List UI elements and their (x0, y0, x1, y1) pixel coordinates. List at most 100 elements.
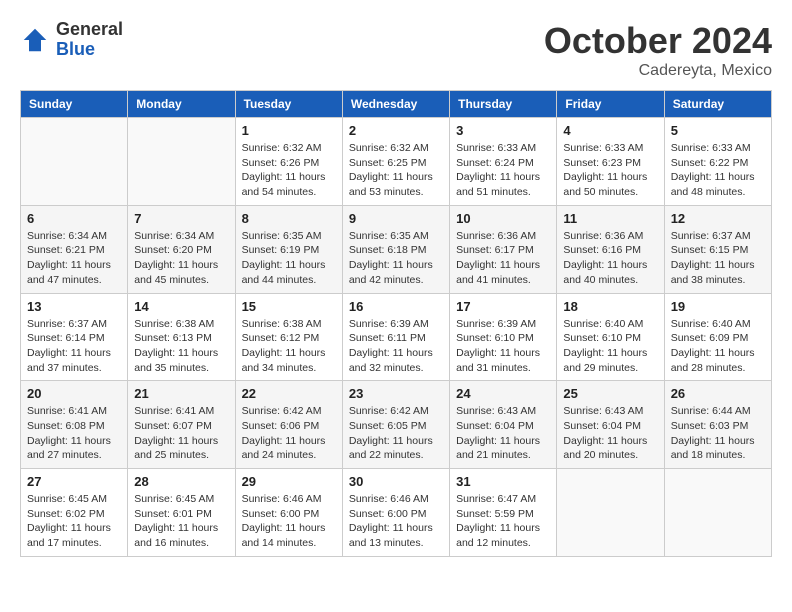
table-row: 16Sunrise: 6:39 AMSunset: 6:11 PMDayligh… (342, 293, 449, 381)
table-row: 9Sunrise: 6:35 AMSunset: 6:18 PMDaylight… (342, 205, 449, 293)
table-row: 13 Sunrise: 6:37 AMSunset: 6:14 PMDayligh… (21, 293, 128, 381)
day-number: 12 (671, 211, 765, 226)
day-number: 2 (349, 123, 443, 138)
day-number: 7 (134, 211, 228, 226)
day-info: Sunrise: 6:45 AMSunset: 6:01 PMDaylight:… (134, 492, 228, 551)
day-info: Sunrise: 6:38 AMSunset: 6:13 PMDaylight:… (134, 317, 228, 376)
month-title: October 2024 (544, 20, 772, 62)
day-info: Sunrise: 6:33 AMSunset: 6:24 PMDaylight:… (456, 141, 550, 200)
day-info: Sunrise: 6:36 AMSunset: 6:17 PMDaylight:… (456, 229, 550, 288)
table-row: 10 Sunrise: 6:36 AMSunset: 6:17 PMDayligh… (450, 205, 557, 293)
day-number: 10 (456, 211, 550, 226)
table-row: 1Sunrise: 6:32 AMSunset: 6:26 PMDaylight… (235, 118, 342, 206)
day-number: 8 (242, 211, 336, 226)
calendar-table: Sunday Monday Tuesday Wednesday Thursday… (20, 90, 772, 557)
day-number: 1 (242, 123, 336, 138)
header-tuesday: Tuesday (235, 91, 342, 118)
day-number: 3 (456, 123, 550, 138)
table-row: 5 Sunrise: 6:33 AMSunset: 6:22 PMDaylight… (664, 118, 771, 206)
table-row: 31 Sunrise: 6:47 AMSunset: 5:59 PMDayligh… (450, 469, 557, 557)
table-row: 7 Sunrise: 6:34 AMSunset: 6:20 PMDaylight… (128, 205, 235, 293)
day-info: Sunrise: 6:34 AMSunset: 6:21 PMDaylight:… (27, 229, 121, 288)
table-row: 18 Sunrise: 6:40 AMSunset: 6:10 PMDayligh… (557, 293, 664, 381)
day-info: Sunrise: 6:37 AMSunset: 6:15 PMDaylight:… (671, 229, 765, 288)
table-row: 6 Sunrise: 6:34 AMSunset: 6:21 PMDaylight… (21, 205, 128, 293)
table-row: 19 Sunrise: 6:40 AMSunset: 6:09 PMDayligh… (664, 293, 771, 381)
day-info: Sunrise: 6:38 AMSunset: 6:12 PMDaylight:… (242, 317, 336, 376)
day-info: Sunrise: 6:40 AMSunset: 6:09 PMDaylight:… (671, 317, 765, 376)
page-header: General Blue October 2024 Cadereyta, Mex… (20, 20, 772, 80)
day-number: 25 (563, 386, 657, 401)
day-number: 5 (671, 123, 765, 138)
day-number: 11 (563, 211, 657, 226)
day-info: Sunrise: 6:32 AMSunset: 6:25 PMDaylight:… (349, 141, 443, 200)
table-row: 4 Sunrise: 6:33 AMSunset: 6:23 PMDaylight… (557, 118, 664, 206)
day-info: Sunrise: 6:42 AMSunset: 6:05 PMDaylight:… (349, 404, 443, 463)
header-thursday: Thursday (450, 91, 557, 118)
day-number: 31 (456, 474, 550, 489)
table-row: 11 Sunrise: 6:36 AMSunset: 6:16 PMDayligh… (557, 205, 664, 293)
table-row: 21 Sunrise: 6:41 AMSunset: 6:07 PMDayligh… (128, 381, 235, 469)
header-saturday: Saturday (664, 91, 771, 118)
day-info: Sunrise: 6:34 AMSunset: 6:20 PMDaylight:… (134, 229, 228, 288)
day-number: 4 (563, 123, 657, 138)
table-row: 23 Sunrise: 6:42 AMSunset: 6:05 PMDayligh… (342, 381, 449, 469)
logo-general: General (56, 20, 123, 40)
day-number: 6 (27, 211, 121, 226)
day-number: 15 (242, 299, 336, 314)
day-info: Sunrise: 6:42 AMSunset: 6:06 PMDaylight:… (242, 404, 336, 463)
day-info: Sunrise: 6:46 AMSunset: 6:00 PMDaylight:… (242, 492, 336, 551)
day-info: Sunrise: 6:33 AMSunset: 6:22 PMDaylight:… (671, 141, 765, 200)
calendar-week-row: 13 Sunrise: 6:37 AMSunset: 6:14 PMDayligh… (21, 293, 772, 381)
table-row: 27 Sunrise: 6:45 AMSunset: 6:02 PMDayligh… (21, 469, 128, 557)
day-number: 26 (671, 386, 765, 401)
calendar-week-row: 1Sunrise: 6:32 AMSunset: 6:26 PMDaylight… (21, 118, 772, 206)
table-row: 2 Sunrise: 6:32 AMSunset: 6:25 PMDaylight… (342, 118, 449, 206)
day-info: Sunrise: 6:39 AMSunset: 6:10 PMDaylight:… (456, 317, 550, 376)
table-row: 3 Sunrise: 6:33 AMSunset: 6:24 PMDaylight… (450, 118, 557, 206)
table-row: 17 Sunrise: 6:39 AMSunset: 6:10 PMDayligh… (450, 293, 557, 381)
day-info: Sunrise: 6:43 AMSunset: 6:04 PMDaylight:… (563, 404, 657, 463)
logo-blue: Blue (56, 40, 123, 60)
day-number: 13 (27, 299, 121, 314)
day-info: Sunrise: 6:47 AMSunset: 5:59 PMDaylight:… (456, 492, 550, 551)
day-number: 18 (563, 299, 657, 314)
calendar-week-row: 6 Sunrise: 6:34 AMSunset: 6:21 PMDaylight… (21, 205, 772, 293)
day-number: 17 (456, 299, 550, 314)
table-row: 24 Sunrise: 6:43 AMSunset: 6:04 PMDayligh… (450, 381, 557, 469)
day-info: Sunrise: 6:39 AMSunset: 6:11 PMDaylight:… (349, 317, 443, 376)
day-number: 19 (671, 299, 765, 314)
day-number: 20 (27, 386, 121, 401)
day-info: Sunrise: 6:35 AMSunset: 6:18 PMDaylight:… (349, 229, 443, 288)
day-info: Sunrise: 6:41 AMSunset: 6:08 PMDaylight:… (27, 404, 121, 463)
table-row: 26 Sunrise: 6:44 AMSunset: 6:03 PMDayligh… (664, 381, 771, 469)
calendar-header-row: Sunday Monday Tuesday Wednesday Thursday… (21, 91, 772, 118)
day-info: Sunrise: 6:36 AMSunset: 6:16 PMDaylight:… (563, 229, 657, 288)
logo: General Blue (20, 20, 123, 60)
table-row (664, 469, 771, 557)
day-info: Sunrise: 6:43 AMSunset: 6:04 PMDaylight:… (456, 404, 550, 463)
table-row: 8 Sunrise: 6:35 AMSunset: 6:19 PMDaylight… (235, 205, 342, 293)
day-number: 30 (349, 474, 443, 489)
day-number: 21 (134, 386, 228, 401)
logo-text: General Blue (56, 20, 123, 60)
day-number: 23 (349, 386, 443, 401)
title-block: October 2024 Cadereyta, Mexico (544, 20, 772, 80)
day-number: 22 (242, 386, 336, 401)
day-number: 24 (456, 386, 550, 401)
calendar-week-row: 20 Sunrise: 6:41 AMSunset: 6:08 PMDayligh… (21, 381, 772, 469)
day-info: Sunrise: 6:40 AMSunset: 6:10 PMDaylight:… (563, 317, 657, 376)
day-info: Sunrise: 6:37 AMSunset: 6:14 PMDaylight:… (27, 317, 121, 376)
day-info: Sunrise: 6:41 AMSunset: 6:07 PMDaylight:… (134, 404, 228, 463)
day-number: 28 (134, 474, 228, 489)
table-row: 14 Sunrise: 6:38 AMSunset: 6:13 PMDayligh… (128, 293, 235, 381)
day-number: 27 (27, 474, 121, 489)
table-row: 28 Sunrise: 6:45 AMSunset: 6:01 PMDayligh… (128, 469, 235, 557)
day-info: Sunrise: 6:35 AMSunset: 6:19 PMDaylight:… (242, 229, 336, 288)
day-number: 14 (134, 299, 228, 314)
day-info: Sunrise: 6:44 AMSunset: 6:03 PMDaylight:… (671, 404, 765, 463)
day-info: Sunrise: 6:45 AMSunset: 6:02 PMDaylight:… (27, 492, 121, 551)
day-info: Sunrise: 6:33 AMSunset: 6:23 PMDaylight:… (563, 141, 657, 200)
logo-icon (20, 25, 50, 55)
table-row: 20 Sunrise: 6:41 AMSunset: 6:08 PMDayligh… (21, 381, 128, 469)
